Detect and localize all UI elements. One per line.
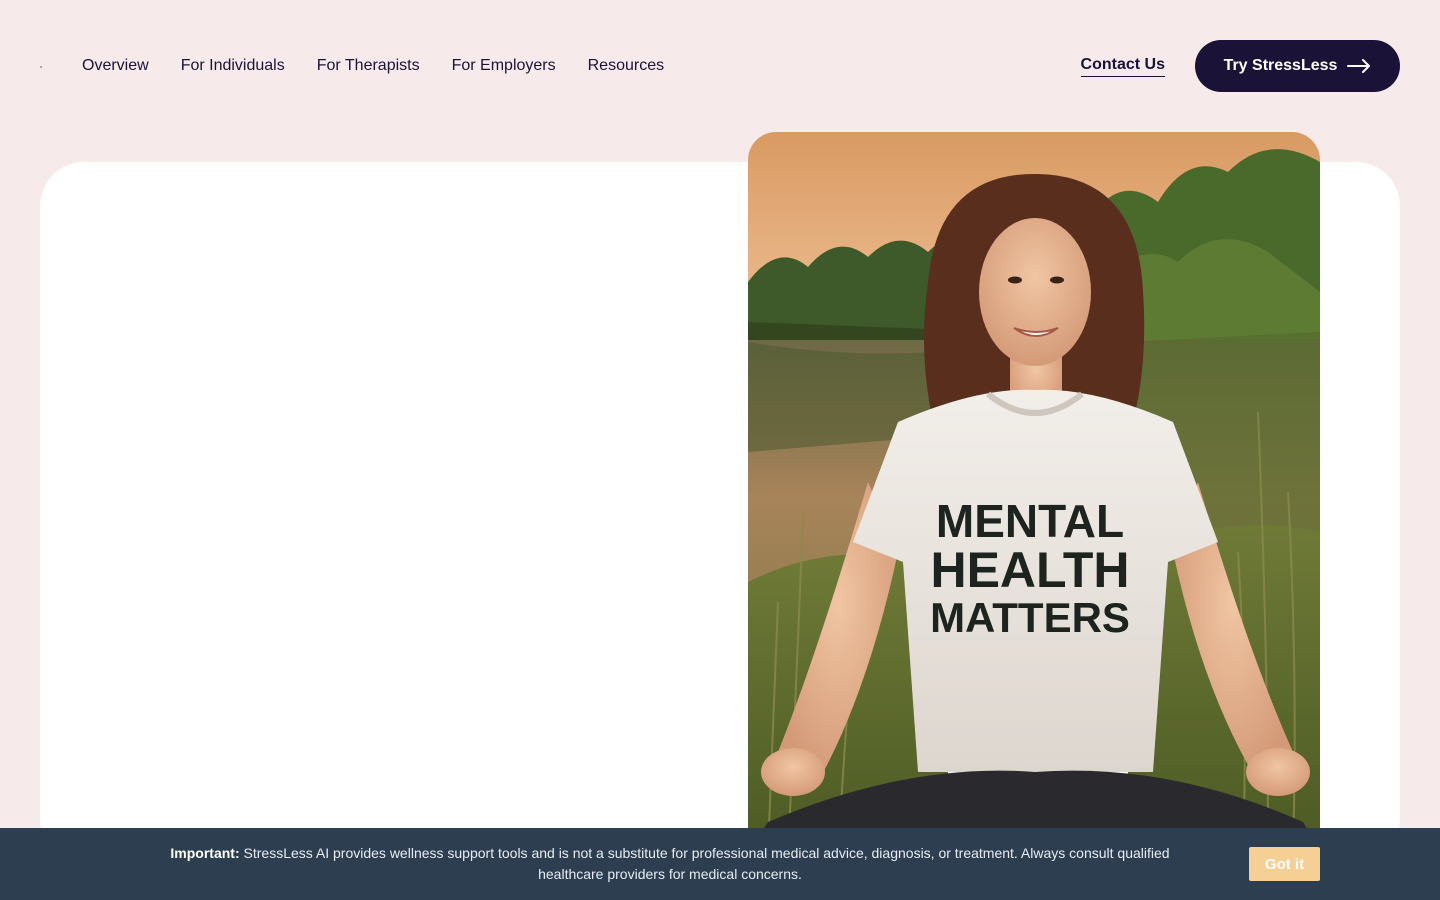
disclaimer-banner: Important: StressLess AI provides wellne… <box>0 828 1440 900</box>
nav-link-overview[interactable]: Overview <box>82 57 149 75</box>
arrow-right-icon <box>1347 59 1371 73</box>
top-navigation: Overview For Individuals For Therapists … <box>40 40 1400 92</box>
disclaimer-text: Important: StressLess AI provides wellne… <box>140 843 1200 885</box>
shirt-text-line-3: MATTERS <box>930 594 1130 641</box>
shirt-text-line-1: MENTAL <box>936 495 1124 547</box>
hero-image: MENTAL HEALTH MATTERS <box>748 132 1320 852</box>
nav-link-for-individuals[interactable]: For Individuals <box>181 57 285 75</box>
got-it-button[interactable]: Got it <box>1249 847 1320 881</box>
nav-actions: Contact Us Try StressLess <box>1080 40 1400 92</box>
contact-us-link[interactable]: Contact Us <box>1080 56 1165 77</box>
nav-link-resources[interactable]: Resources <box>588 57 664 75</box>
shirt-text-line-2: HEALTH <box>930 542 1129 598</box>
try-stressless-button[interactable]: Try StressLess <box>1195 40 1400 92</box>
disclaimer-prefix: Important: <box>170 845 240 861</box>
try-stressless-label: Try StressLess <box>1223 57 1338 74</box>
hero-photo-illustration: MENTAL HEALTH MATTERS <box>748 132 1320 852</box>
nav-link-for-employers[interactable]: For Employers <box>452 57 556 75</box>
disclaimer-message: StressLess AI provides wellness support … <box>243 845 1170 882</box>
nav-link-for-therapists[interactable]: For Therapists <box>317 57 420 75</box>
logo[interactable] <box>40 66 42 68</box>
nav-links: Overview For Individuals For Therapists … <box>82 57 664 75</box>
